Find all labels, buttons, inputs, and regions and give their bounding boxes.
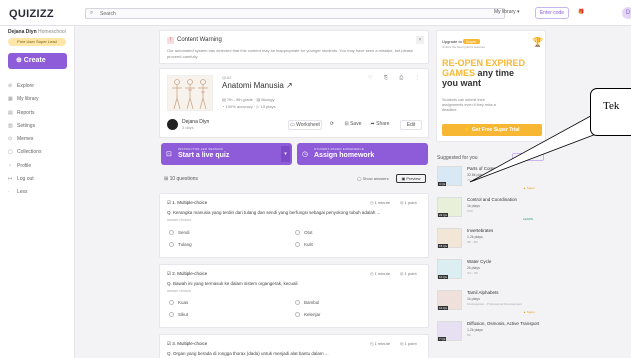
callout-leader-line (469, 111, 613, 183)
callout-box: Tek (590, 88, 631, 136)
callout-text: Tek (603, 100, 620, 112)
